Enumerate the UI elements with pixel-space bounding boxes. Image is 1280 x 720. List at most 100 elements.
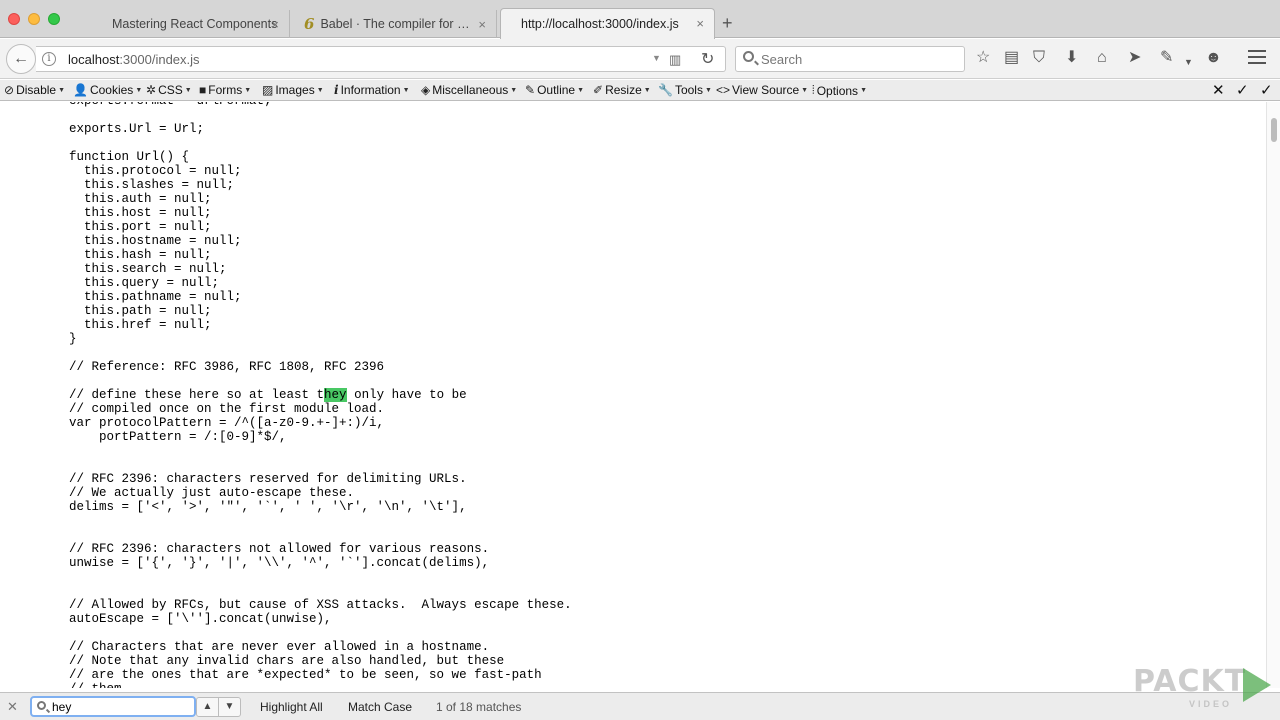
chevron-down-icon: ▼ (402, 86, 410, 94)
url-bar[interactable]: i localhost:3000/index.js ▼ ▥ ↻ (36, 46, 726, 72)
new-tab-button[interactable]: + (722, 14, 733, 32)
dev-tools-menu[interactable]: 🔧 Tools ▼ (658, 83, 712, 97)
tab-close-icon[interactable]: × (271, 17, 279, 32)
dev-outline-menu[interactable]: ✎ Outline ▼ (525, 83, 584, 97)
overflow-dropdown-icon[interactable]: ▼ (1184, 53, 1193, 71)
downloads-icon[interactable]: ⬇ (1065, 49, 1078, 67)
pocket-icon[interactable]: ⛉ (1033, 49, 1045, 67)
find-close-icon[interactable]: ✕ (7, 699, 18, 715)
dev-options-menu[interactable]: ⦙ Options ▼ (812, 83, 867, 98)
chevron-down-icon: ▼ (577, 86, 585, 94)
find-bar: ✕ hey ▲ ▼ Highlight All Match Case 1 of … (0, 692, 1280, 720)
url-text[interactable]: localhost:3000/index.js (68, 52, 200, 67)
dev-menu-label: Resize (605, 83, 642, 97)
chevron-down-icon: ▼ (316, 86, 324, 94)
code-line: this.href = null; (69, 318, 212, 332)
code-line: } (69, 332, 77, 346)
window-minimize-button[interactable] (28, 13, 40, 25)
code-line: // are the ones that are *expected* to b… (69, 668, 542, 682)
chevron-down-icon: ▼ (224, 701, 235, 712)
search-input[interactable]: Search (735, 46, 965, 72)
code-line: // We actually just auto-escape these. (69, 486, 355, 500)
code-line: delims = ['<', '>', '"', '`', ' ', '\r',… (69, 500, 467, 514)
resize-icon: ✐ (593, 83, 604, 97)
tab-label: Babel · The compiler for writ… (320, 17, 471, 31)
dev-validate-all-check-icon[interactable]: ✓ (1260, 81, 1273, 99)
dev-menu-label: Information (340, 83, 401, 97)
smiley-icon[interactable]: ☻ (1205, 49, 1222, 67)
tab-localhost-index[interactable]: http://localhost:3000/index.js × (500, 8, 715, 39)
site-info-icon[interactable]: i (42, 52, 56, 66)
dev-resize-menu[interactable]: ✐ Resize ▼ (593, 83, 651, 97)
options-sliders-icon: ⦙ (812, 83, 815, 97)
code-line: this.slashes = null; (69, 178, 235, 192)
dev-images-menu[interactable]: ▨ Images ▼ (262, 83, 324, 97)
url-history-dropdown-icon[interactable]: ▼ (652, 53, 661, 63)
find-previous-button[interactable]: ▲ (196, 697, 219, 717)
information-icon: i (334, 83, 339, 97)
code-line: // Reference: RFC 3986, RFC 1808, RFC 23… (69, 360, 385, 374)
dev-view-source-menu[interactable]: <> View Source ▼ (716, 83, 808, 97)
dev-forms-menu[interactable]: ■ Forms ▼ (199, 83, 251, 97)
highlight-all-toggle[interactable]: Highlight All (260, 700, 323, 714)
chevron-down-icon: ▼ (184, 86, 192, 94)
find-next-button[interactable]: ▼ (218, 697, 241, 717)
dev-disable-menu[interactable]: ⊘ Disable ▼ (4, 83, 65, 97)
source-code: exports.format = urlFormat; exports.Url … (69, 102, 572, 688)
scrollbar-thumb[interactable] (1271, 118, 1277, 142)
tab-label: http://localhost:3000/index.js (521, 17, 679, 31)
tab-close-icon[interactable]: × (696, 16, 704, 31)
code-line: // RFC 2396: characters not allowed for … (69, 542, 490, 556)
url-host: localhost (68, 52, 120, 67)
code-line: this.port = null; (69, 220, 212, 234)
search-placeholder: Search (761, 52, 803, 67)
code-line: // Note that any invalid chars are also … (69, 654, 505, 668)
vertical-scrollbar[interactable] (1266, 102, 1280, 688)
css-icon: ✲ (146, 83, 157, 97)
dev-menu-label: Outline (537, 83, 576, 97)
dev-cookies-menu[interactable]: 👤 Cookies ▼ (73, 83, 142, 97)
window-close-button[interactable] (8, 13, 20, 25)
play-icon (1243, 668, 1271, 702)
share-icon[interactable]: ➤ (1128, 49, 1141, 67)
window-maximize-button[interactable] (48, 13, 60, 25)
dev-information-menu[interactable]: i Information ▼ (334, 83, 410, 97)
code-line: this.auth = null; (69, 192, 212, 206)
dev-miscellaneous-menu[interactable]: ◈ Miscellaneous ▼ (421, 83, 517, 97)
watermark-sub: VIDEO (1189, 699, 1233, 709)
find-status: 1 of 18 matches (436, 700, 522, 714)
dev-menu-label: Cookies (89, 83, 134, 97)
back-button[interactable]: ← (6, 44, 36, 74)
tab-mastering-react[interactable]: Mastering React Components × (100, 10, 290, 38)
reload-icon[interactable]: ↻ (701, 49, 714, 69)
reader-view-icon[interactable]: ▥ (669, 52, 681, 68)
dev-validate-check-icon[interactable]: ✓ (1236, 81, 1249, 99)
dev-toolbar-close-icon[interactable]: ✕ (1212, 81, 1225, 99)
find-input[interactable]: hey (30, 696, 196, 717)
home-icon[interactable]: ⌂ (1097, 49, 1107, 67)
developer-wrench-icon[interactable]: ✎ (1160, 49, 1173, 67)
code-line: // Allowed by RFCs, but cause of XSS att… (69, 598, 572, 612)
outline-pencil-icon: ✎ (525, 83, 536, 97)
chevron-down-icon: ▼ (58, 86, 66, 94)
view-source-icon: <> (716, 83, 731, 97)
code-line: this.host = null; (69, 206, 212, 220)
bookmarks-list-icon[interactable]: ▤ (1004, 49, 1019, 67)
chevron-down-icon: ▼ (704, 86, 712, 94)
bookmark-star-icon[interactable]: ☆ (976, 49, 990, 67)
tab-close-icon[interactable]: × (478, 17, 486, 32)
dev-css-menu[interactable]: ✲ CSS ▼ (146, 83, 192, 97)
tab-babel[interactable]: 6 Babel · The compiler for writ… × (292, 10, 497, 38)
match-case-toggle[interactable]: Match Case (348, 700, 412, 714)
tab-label: Mastering React Components (112, 17, 278, 31)
code-line: this.pathname = null; (69, 290, 242, 304)
nav-bar: i localhost:3000/index.js ▼ ▥ ↻ ← Search… (0, 39, 1280, 79)
menu-icon[interactable] (1248, 50, 1266, 64)
dev-menu-label: Disable (16, 83, 57, 97)
